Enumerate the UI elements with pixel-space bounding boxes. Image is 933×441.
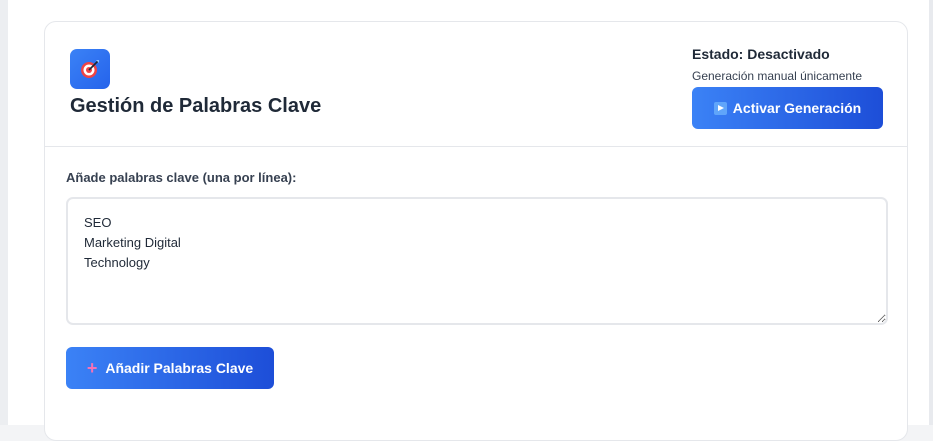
keywords-textarea[interactable]: SEO Marketing Digital Technology [66, 197, 888, 325]
keywords-label: Añade palabras clave (una por línea): [66, 170, 297, 185]
status-block: Estado: Desactivado Generación manual ún… [692, 46, 862, 83]
activate-generation-button[interactable]: Activar Generación [692, 87, 883, 129]
activate-generation-label: Activar Generación [732, 100, 862, 116]
add-keywords-label: Añadir Palabras Clave [105, 360, 254, 376]
status-label: Estado: Desactivado [692, 46, 830, 62]
page-title: Gestión de Palabras Clave [70, 95, 322, 117]
plus-icon: + [86, 358, 98, 378]
status-subtext: Generación manual únicamente [692, 69, 863, 83]
page-panel: Gestión de Palabras Clave Estado: Desact… [8, 0, 929, 441]
keyword-management-card: Gestión de Palabras Clave Estado: Desact… [44, 21, 908, 441]
card-header: Gestión de Palabras Clave Estado: Desact… [45, 22, 907, 147]
left-edge [0, 0, 8, 425]
add-keywords-button[interactable]: + Añadir Palabras Clave [66, 347, 274, 389]
target-dart-icon [70, 49, 110, 89]
play-icon [713, 101, 727, 115]
right-edge [929, 0, 933, 425]
